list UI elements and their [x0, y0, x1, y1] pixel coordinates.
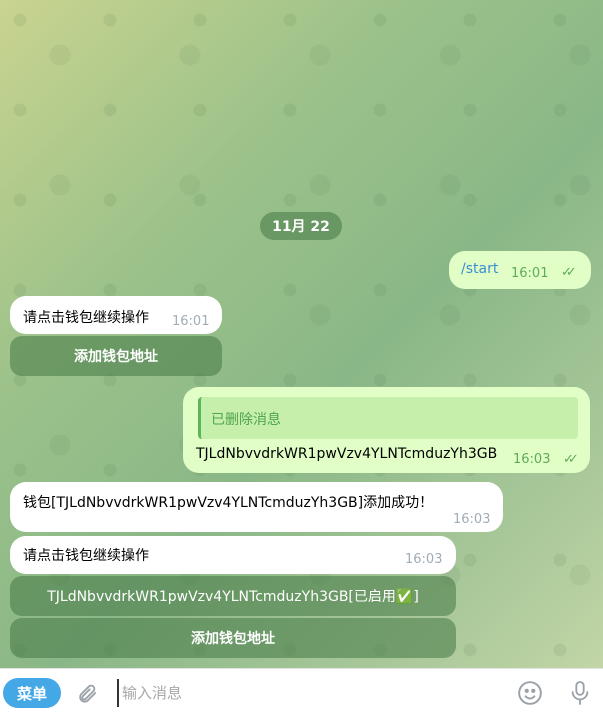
menu-button[interactable]: 菜单	[3, 678, 61, 708]
double-check-icon: ✓✓	[563, 452, 579, 467]
paperclip-icon[interactable]	[72, 678, 102, 708]
message-text: 钱包[TJLdNbvvdrkWR1pwVzv4YLNTcmduzYh3GB]添加…	[23, 495, 434, 511]
double-check-icon: ✓✓	[561, 265, 577, 280]
message-prompt-1: 请点击钱包继续操作 16:01	[10, 296, 222, 334]
message-start[interactable]: /start 16:01 ✓✓	[449, 251, 591, 289]
message-prompt-2: 请点击钱包继续操作 16:03	[10, 536, 456, 574]
message-text: TJLdNbvvdrkWR1pwVzv4YLNTcmduzYh3GB	[196, 446, 498, 462]
message-time: 16:01	[511, 266, 549, 281]
message-time: 16:03	[405, 552, 443, 567]
date-separator: 11月 22	[260, 212, 342, 240]
quote-label: 已删除消息	[211, 412, 281, 428]
add-wallet-button-2[interactable]: 添加钱包地址	[10, 618, 456, 658]
message-text[interactable]: /start	[461, 261, 498, 277]
reply-quote[interactable]: 已删除消息	[198, 397, 578, 439]
emoji-icon[interactable]	[515, 678, 545, 708]
message-time: 16:03	[453, 512, 491, 527]
wallet-enabled-button[interactable]: TJLdNbvvdrkWR1pwVzv4YLNTcmduzYh3GB[已启用✅]	[10, 576, 456, 616]
message-input[interactable]	[117, 679, 504, 707]
message-text: 请点击钱包继续操作	[23, 548, 149, 564]
message-text: 请点击钱包继续操作	[23, 310, 149, 326]
message-time: 16:01	[172, 314, 210, 329]
message-time: 16:03	[513, 452, 551, 467]
microphone-icon[interactable]	[565, 678, 595, 708]
message-composer: 菜单	[0, 668, 603, 712]
add-wallet-button[interactable]: 添加钱包地址	[10, 336, 222, 376]
message-wallet-added: 钱包[TJLdNbvvdrkWR1pwVzv4YLNTcmduzYh3GB]添加…	[10, 482, 503, 532]
